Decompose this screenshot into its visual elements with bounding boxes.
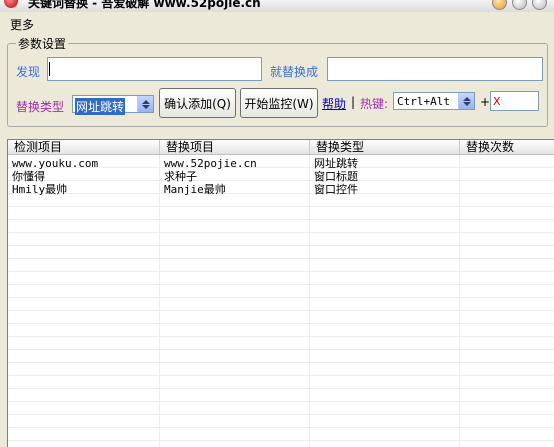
cell-detect: Hmily最帅 (12, 183, 68, 196)
list-header: 检测项目 替换项目 替换类型 替换次数 (8, 140, 554, 155)
settings-group-label: 参数设置 (16, 35, 69, 52)
hotkey-key-input[interactable]: X (490, 91, 539, 111)
hotkey-label: 热键: (360, 97, 389, 111)
cell-replace: www.52pojie.cn (164, 157, 257, 170)
list-body (8, 155, 554, 447)
separator: | (351, 95, 356, 109)
replace-list[interactable]: 检测项目 替换项目 替换类型 替换次数 www.youku.com www.52… (7, 139, 554, 447)
close-button[interactable] (532, 0, 547, 10)
cell-detect: 你懂得 (12, 170, 45, 183)
spin-arrows-icon[interactable] (458, 93, 474, 109)
col-header-replace[interactable]: 替换项目 (160, 140, 310, 154)
find-input[interactable] (47, 57, 262, 81)
column-divider (159, 155, 160, 447)
replace-type-select[interactable]: 网址跳转 (72, 95, 154, 115)
confirm-add-button[interactable]: 确认添加(Q) (159, 88, 236, 118)
minimize-button[interactable] (492, 0, 507, 10)
table-row[interactable]: www.youku.com www.52pojie.cn 网址跳转 (8, 157, 554, 170)
plus-sign: + (480, 95, 491, 109)
column-divider (459, 155, 460, 447)
cell-replace: 求种子 (164, 170, 197, 183)
spin-arrows-icon[interactable] (137, 96, 153, 112)
maximize-button[interactable] (512, 0, 527, 10)
app-icon (4, 0, 18, 8)
text-caret (49, 62, 50, 76)
cell-type: 窗口标题 (314, 170, 358, 183)
menu-more[interactable]: 更多 (10, 16, 34, 33)
replace-input[interactable] (327, 57, 543, 81)
cell-type: 窗口控件 (314, 183, 358, 196)
col-header-detect[interactable]: 检测项目 (8, 140, 160, 154)
column-divider (309, 155, 310, 447)
table-row[interactable]: Hmily最帅 Manjie最帅 窗口控件 (8, 183, 554, 196)
hotkey-modifier-select[interactable]: Ctrl+Alt (393, 92, 475, 110)
table-row[interactable]: 你懂得 求种子 窗口标题 (8, 170, 554, 183)
col-header-type[interactable]: 替换类型 (310, 140, 460, 154)
menu-bar: 更多 (0, 14, 554, 32)
window-title: 关键词替换 - 吾爱破解 www.52pojie.cn (28, 0, 261, 10)
hotkey-modifier-value: Ctrl+Alt (397, 95, 450, 108)
start-monitor-button[interactable]: 开始监控(W) (240, 88, 318, 118)
title-bar: 关键词替换 - 吾爱破解 www.52pojie.cn (0, 0, 554, 12)
cell-detect: www.youku.com (12, 157, 99, 170)
hotkey-key-value: X (493, 95, 501, 108)
cell-type: 网址跳转 (314, 157, 358, 170)
cell-replace: Manjie最帅 (164, 183, 226, 196)
replace-type-value: 网址跳转 (75, 98, 126, 115)
find-label: 发现 (16, 65, 41, 79)
help-link[interactable]: 帮助 (322, 95, 346, 112)
col-header-count[interactable]: 替换次数 (460, 140, 554, 154)
replace-type-label: 替换类型 (16, 100, 65, 114)
replace-label: 就替换成 (270, 65, 319, 79)
